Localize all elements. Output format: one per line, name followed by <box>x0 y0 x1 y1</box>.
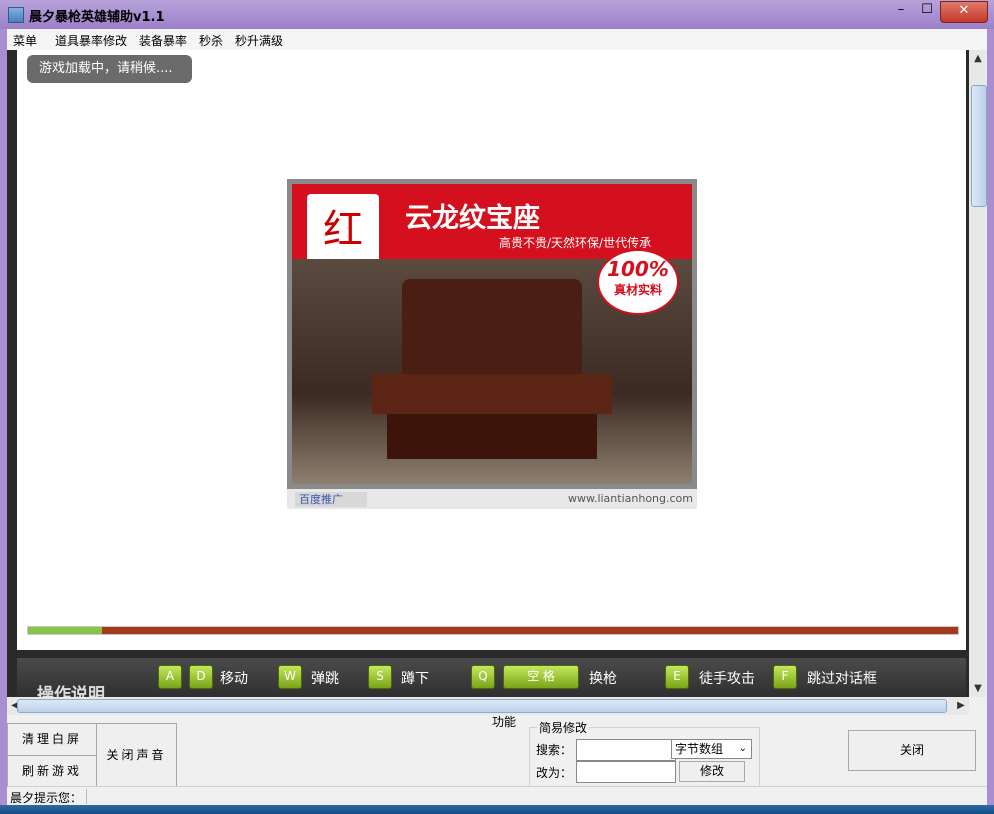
scroll-up-icon[interactable]: ▲ <box>969 50 987 67</box>
ad-title: 云龙纹宝座 <box>405 203 540 234</box>
ad-footer: 百度推广 www.liantianhong.com <box>287 489 697 509</box>
taskbar <box>0 805 994 814</box>
scroll-right-icon[interactable]: ▶ <box>953 697 969 715</box>
ad-banner[interactable]: 红 云龙纹宝座 高贵不贵/天然环保/世代传承 100% 真材实料 百度推广 ww… <box>287 179 697 509</box>
key-e: E <box>665 665 689 689</box>
swap-label: 换枪 <box>589 671 617 687</box>
horizontal-scroll-thumb[interactable] <box>17 699 947 713</box>
skip-dialog-label: 跳过对话框 <box>807 671 877 687</box>
loading-progress-bar <box>27 626 959 635</box>
game-browser: 游戏加载中，请稍候.... 红 云龙纹宝座 高贵不贵/天然环保/世代传承 100… <box>7 50 969 705</box>
menu-item-equip-drop-rate[interactable]: 装备暴率 <box>139 32 187 49</box>
loading-progress-fill <box>28 627 103 634</box>
crouch-label: 蹲下 <box>401 671 429 687</box>
ad-url[interactable]: www.liantianhong.com <box>568 492 693 505</box>
menu-item-item-drop-rate[interactable]: 道具暴率修改 <box>55 32 127 49</box>
key-s: S <box>368 665 392 689</box>
key-d: D <box>189 665 213 689</box>
change-to-label: 改为： <box>536 766 573 780</box>
menu-item-main[interactable]: 菜单 <box>13 32 37 49</box>
key-w: W <box>278 665 302 689</box>
data-type-select[interactable]: 字节数组 ⌄ <box>671 739 752 759</box>
game-panel[interactable]: 游戏加载中，请稍候.... 红 云龙纹宝座 高贵不贵/天然环保/世代传承 100… <box>17 50 966 650</box>
chevron-down-icon: ⌄ <box>738 743 747 754</box>
minimize-button[interactable]: – <box>888 1 914 21</box>
ad-subtitle: 高贵不贵/天然环保/世代传承 <box>499 236 652 250</box>
refresh-game-button[interactable]: 刷新游戏 <box>7 755 97 788</box>
status-bar: 晨夕提示您： <box>7 786 987 806</box>
close-button[interactable]: 关闭 <box>848 730 976 771</box>
vertical-scroll-thumb[interactable] <box>971 85 987 207</box>
status-label: 晨夕提示您： <box>10 791 83 805</box>
change-to-input[interactable] <box>576 761 676 783</box>
key-q: Q <box>471 665 495 689</box>
clear-white-screen-button[interactable]: 清理白屏 <box>7 723 97 756</box>
scroll-down-icon[interactable]: ▼ <box>969 680 987 697</box>
vertical-scrollbar[interactable]: ▲ ▼ <box>969 50 987 697</box>
app-icon <box>8 7 24 23</box>
ad-logo: 红 <box>307 194 379 266</box>
move-label: 移动 <box>220 671 248 687</box>
operation-bar: 操作说明 A D 移动 W 弹跳 S 蹲下 Q 空 格 换枪 E 徒手攻击 F … <box>17 658 966 705</box>
title-bar: 晨夕暴枪英雄辅助v1.1 – ☐ ✕ <box>0 0 994 29</box>
search-input[interactable] <box>576 739 676 761</box>
key-a: A <box>158 665 182 689</box>
jump-label: 弹跳 <box>311 671 339 687</box>
simple-modify-title: 简易修改 <box>537 719 590 736</box>
chair-back <box>402 279 582 389</box>
chair-seat <box>372 374 612 414</box>
window-close-button[interactable]: ✕ <box>940 1 988 23</box>
function-label: 功能 <box>492 715 517 729</box>
key-space: 空 格 <box>503 665 579 689</box>
menu-item-max-level[interactable]: 秒升满级 <box>235 32 283 49</box>
window-title: 晨夕暴枪英雄辅助v1.1 <box>29 10 165 25</box>
search-label: 搜索： <box>536 743 573 757</box>
maximize-button[interactable]: ☐ <box>914 1 940 21</box>
ad-badge-text: 真材实料 <box>613 283 662 297</box>
loading-tip: 游戏加载中，请稍候.... <box>27 55 192 83</box>
key-f: F <box>773 665 797 689</box>
menu-bar: 菜单 道具暴率修改 装备暴率 秒杀 秒升满级 <box>7 29 987 51</box>
baidu-logo[interactable]: 百度推广 <box>295 492 367 507</box>
melee-label: 徒手攻击 <box>699 671 755 687</box>
mute-sound-button[interactable]: 关闭声音 <box>96 723 177 788</box>
ad-badge: 100% 真材实料 <box>597 249 679 315</box>
modify-button[interactable]: 修改 <box>679 761 745 782</box>
ad-badge-percent: 100% <box>607 257 669 281</box>
data-type-value: 字节数组 <box>675 742 724 756</box>
status-divider <box>86 789 87 804</box>
horizontal-scrollbar[interactable]: ◀ ▶ <box>7 697 969 715</box>
client-area: 菜单 道具暴率修改 装备暴率 秒杀 秒升满级 游戏加载中，请稍候.... 红 云… <box>7 29 987 806</box>
chair-base <box>387 414 597 459</box>
menu-item-instant-kill[interactable]: 秒杀 <box>199 32 223 49</box>
